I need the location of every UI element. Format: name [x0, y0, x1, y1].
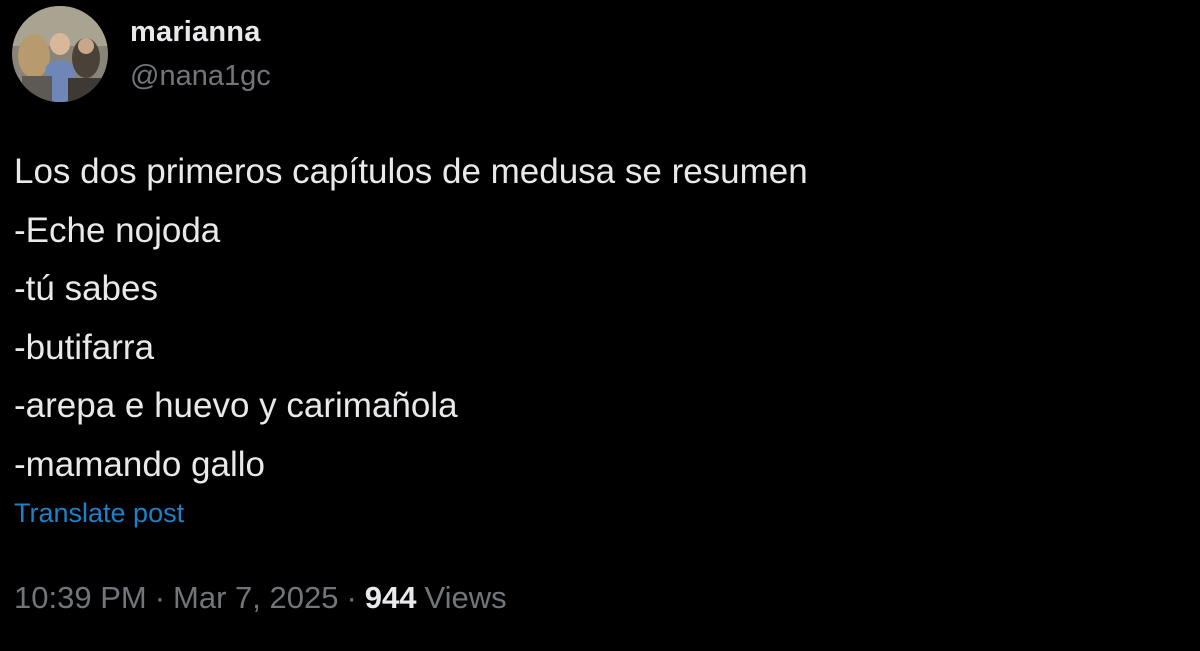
tweet-text-line: -tú sabes	[14, 269, 158, 308]
author-display-name[interactable]: marianna	[130, 14, 271, 50]
meta-separator: ·	[154, 580, 166, 615]
tweet-text-line: -butifarra	[14, 327, 155, 367]
author-handle[interactable]: @nana1gc	[130, 58, 271, 94]
post-time[interactable]: 10:39 PM	[14, 580, 147, 616]
tweet-meta: 10:39 PM · Mar 7, 2025 · 944 Views	[14, 580, 507, 616]
views-count[interactable]: 944	[365, 580, 417, 616]
author-names: marianna @nana1gc	[130, 14, 271, 94]
tweet: marianna @nana1gc Los dos primeros capít…	[0, 0, 1200, 651]
views-label[interactable]: Views	[425, 580, 507, 616]
tweet-text: Los dos primeros capítulos de medusa se …	[14, 143, 1184, 494]
post-date[interactable]: Mar 7, 2025	[173, 580, 338, 616]
tweet-text-line: -Eche nojoda	[14, 210, 221, 250]
avatar[interactable]	[12, 6, 108, 102]
tweet-text-line: -arepa e huevo y carimañola	[14, 386, 458, 425]
translate-post-link[interactable]: Translate post	[14, 498, 184, 529]
meta-separator: ·	[346, 580, 357, 615]
tweet-header: marianna @nana1gc	[12, 6, 271, 102]
tweet-text-line: Los dos primeros capítulos de medusa se …	[14, 152, 808, 191]
tweet-text-line: -mamando gallo	[14, 444, 265, 484]
avatar-image	[12, 6, 108, 102]
